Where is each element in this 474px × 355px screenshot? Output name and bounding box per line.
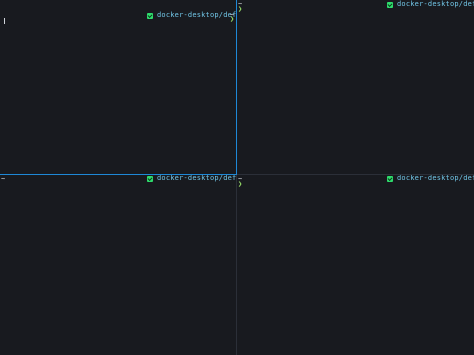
kube-context-indicator: docker-desktop/default [147,11,237,20]
kubernetes-context-icon [387,175,393,182]
kubernetes-context-icon [387,1,393,8]
text-cursor [4,18,5,24]
terminal-pane-top-right[interactable]: ~ ❯ docker-desktop/default [237,0,474,175]
kube-context-label: docker-desktop/default [157,11,237,19]
kube-context-indicator: docker-desktop/default [147,175,237,183]
kube-context-indicator: docker-desktop/default [387,0,474,9]
kubernetes-context-icon [147,175,153,182]
kube-context-label: docker-desktop/default [157,175,237,182]
terminal-pane-bottom-right[interactable]: ~ ❯ docker-desktop/default [237,175,474,355]
kube-context-indicator: docker-desktop/default [387,175,474,183]
terminal-pane-top-left[interactable]: docker-desktop/default ~ ❯ [0,0,237,175]
kube-context-label: docker-desktop/default [397,0,474,8]
shell-prompt: ❯ [238,5,243,13]
shell-prompt: ❯ [238,180,243,188]
shell-prompt: ❯ [230,15,235,23]
current-directory: ~ [1,175,6,183]
kubernetes-context-icon [147,12,153,19]
terminal-pane-bottom-left[interactable]: ~ docker-desktop/default [0,175,237,355]
kube-context-label: docker-desktop/default [397,175,474,182]
